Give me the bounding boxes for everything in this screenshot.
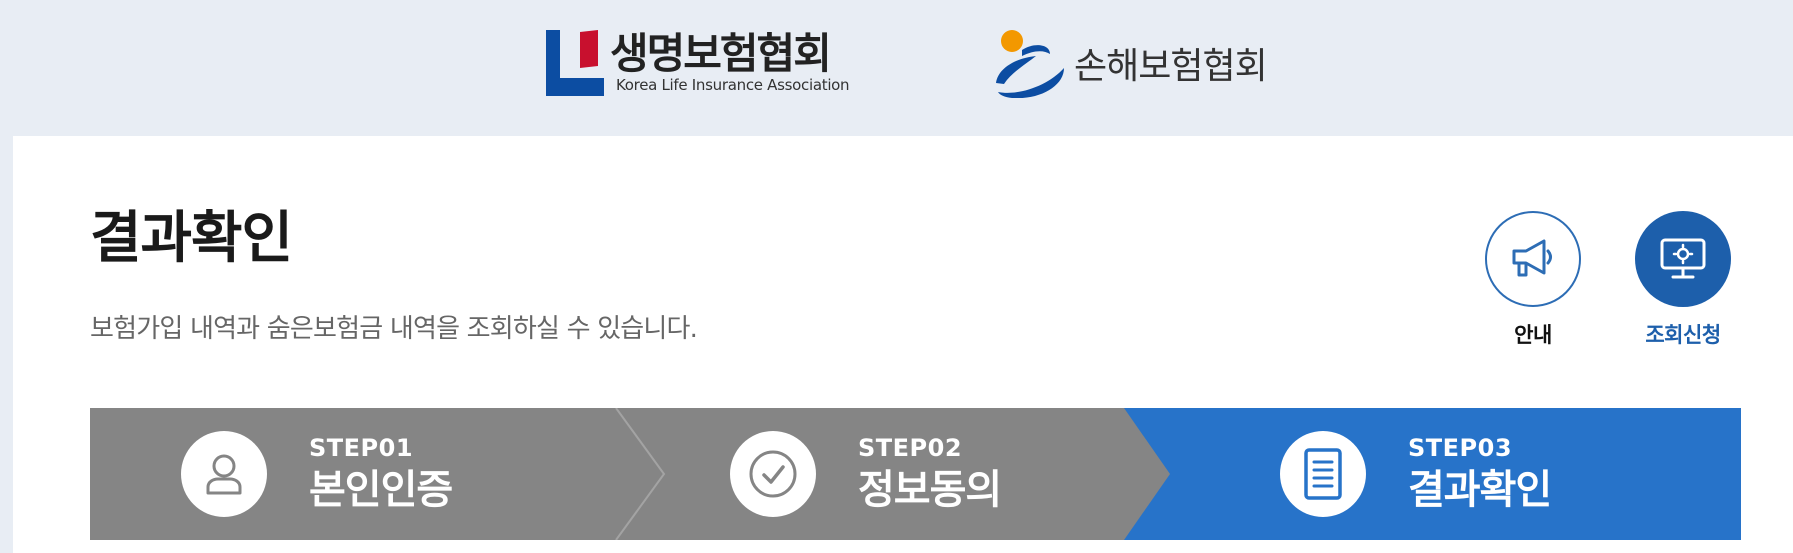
step-2-name: 정보동의	[858, 467, 1002, 513]
step-progress-bar: STEP01 본인인증 STEP02 정보동의 STEP03 결과확인	[90, 408, 1741, 540]
check-circle-icon	[749, 450, 797, 498]
inquiry-apply-button-label: 조회신청	[1645, 323, 1721, 347]
step-3-name: 결과확인	[1408, 467, 1552, 513]
page-title: 결과확인	[90, 206, 293, 271]
step-3-number: STEP03	[1408, 434, 1513, 462]
nonlife-insurance-logo-mark-icon	[996, 30, 1064, 98]
nonlife-logo-korean-text: 손해보험협회	[1074, 46, 1268, 87]
step-3: STEP03 결과확인	[1280, 408, 1552, 540]
step-1-number: STEP01	[309, 434, 414, 462]
life-logo-korean-text: 생명보험협회	[610, 29, 832, 78]
life-insurance-logo-mark-icon	[546, 30, 604, 96]
guide-button-label: 안내	[1514, 323, 1552, 347]
step-1: STEP01 본인인증	[181, 408, 453, 540]
megaphone-icon	[1512, 239, 1552, 277]
step-2: STEP02 정보동의	[730, 408, 1002, 540]
page-subtitle: 보험가입 내역과 숨은보험금 내역을 조회하실 수 있습니다.	[90, 314, 698, 344]
user-icon	[206, 454, 242, 495]
step-1-name: 본인인증	[309, 467, 453, 513]
monitor-gear-icon	[1660, 238, 1706, 279]
guide-button[interactable]: 안내	[1478, 211, 1588, 349]
step-2-number: STEP02	[858, 434, 963, 462]
main-panel: 결과확인 보험가입 내역과 숨은보험금 내역을 조회하실 수 있습니다. 안내	[13, 136, 1793, 553]
life-insurance-association-logo[interactable]: 생명보험협회 Korea Life Insurance Association	[546, 29, 850, 96]
nonlife-insurance-association-logo[interactable]: 손해보험협회	[992, 28, 1268, 98]
inquiry-apply-button[interactable]: 조회신청	[1628, 211, 1738, 349]
site-header: 생명보험협회 Korea Life Insurance Association …	[0, 0, 1793, 136]
life-logo-english-text: Korea Life Insurance Association	[616, 76, 850, 94]
document-icon	[1304, 448, 1342, 500]
